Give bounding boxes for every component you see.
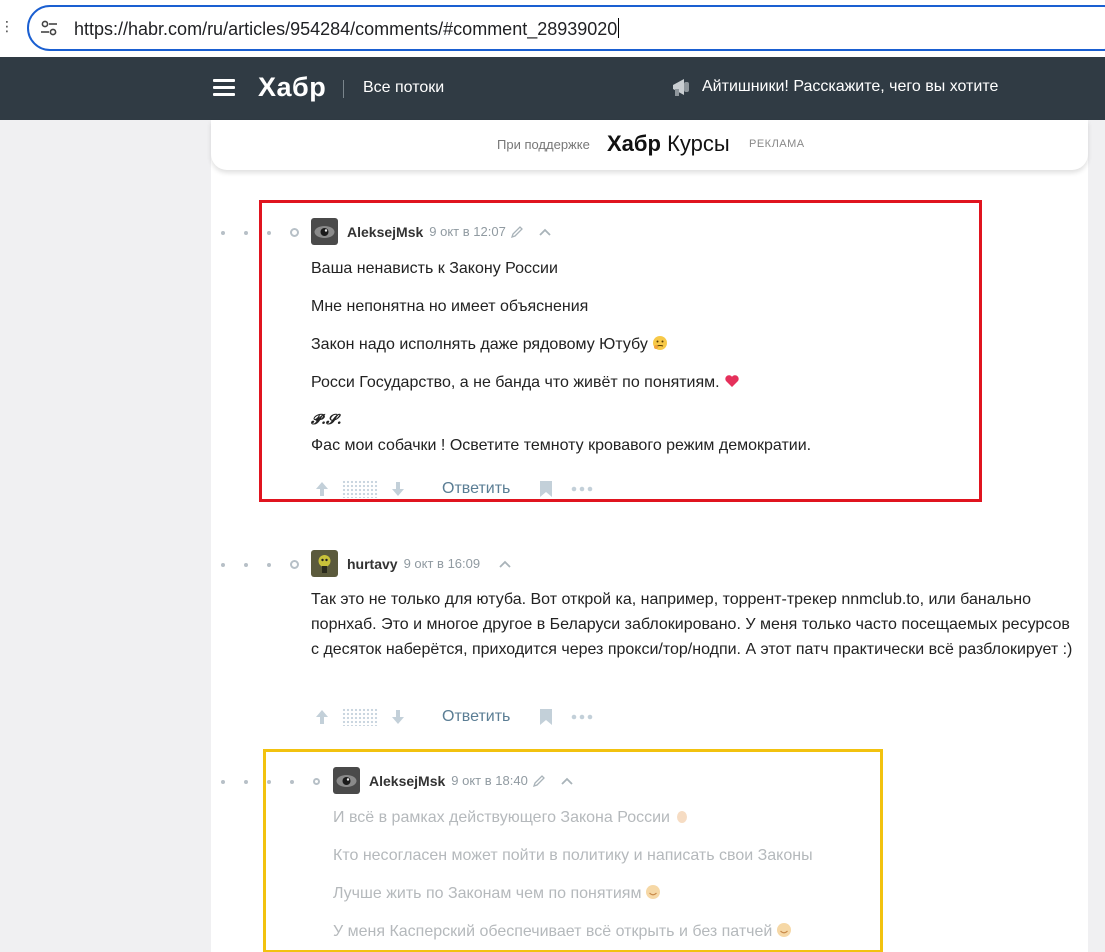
more-options-icon[interactable] <box>571 714 593 720</box>
promo-text: Айтишники! Расскажите, чего вы хотите <box>702 78 999 95</box>
comment-author[interactable]: hurtavy <box>347 556 398 572</box>
thread-depth-indicator <box>221 560 299 569</box>
site-settings-icon[interactable] <box>40 19 58 37</box>
megaphone-icon <box>673 79 689 96</box>
highlight-frame-yellow <box>263 749 883 952</box>
habr-courses-logo: Хабр Курсы <box>607 131 730 156</box>
downvote-arrow-icon[interactable] <box>390 708 406 726</box>
comment-body: Так это не только для ютуба. Вот открой … <box>311 587 1076 675</box>
vote-score-placeholder <box>342 708 378 726</box>
menu-icon[interactable] <box>213 79 235 97</box>
reply-button[interactable]: Ответить <box>442 708 510 726</box>
url-text[interactable]: https://habr.com/ru/articles/954284/comm… <box>74 18 620 40</box>
address-bar[interactable]: https://habr.com/ru/articles/954284/comm… <box>27 5 1105 51</box>
header-divider <box>343 80 344 98</box>
ad-label: РЕКЛАМА <box>749 138 805 150</box>
comment-header: hurtavy 9 окт в 16:09 <box>311 550 512 577</box>
sponsor-banner[interactable]: При поддержке Хабр Курсы РЕКЛАМА <box>211 120 1088 170</box>
highlight-frame-red <box>259 200 982 502</box>
comment-date[interactable]: 9 окт в 16:09 <box>404 556 481 571</box>
comment-actions: Ответить <box>314 708 593 726</box>
browser-toolbar: ⋮ https://habr.com/ru/articles/954284/co… <box>0 0 1105 57</box>
promo-banner[interactable]: Айтишники! Расскажите, чего вы хотите <box>670 75 998 99</box>
upvote-arrow-icon[interactable] <box>314 708 330 726</box>
browser-menu-edge-icon[interactable]: ⋮ <box>0 18 14 34</box>
text-caret <box>618 18 620 38</box>
bookmark-icon[interactable] <box>539 708 553 726</box>
chevron-up-icon[interactable] <box>498 559 512 569</box>
site-logo[interactable]: Хабр <box>258 72 326 103</box>
comment-paragraph: Так это не только для ютуба. Вот открой … <box>311 591 1073 658</box>
all-flows-link[interactable]: Все потоки <box>363 79 444 97</box>
avatar[interactable] <box>311 550 338 577</box>
site-header: Хабр Все потоки Айтишники! Расскажите, ч… <box>0 57 1105 120</box>
sponsor-caption: При поддержке <box>497 137 590 152</box>
